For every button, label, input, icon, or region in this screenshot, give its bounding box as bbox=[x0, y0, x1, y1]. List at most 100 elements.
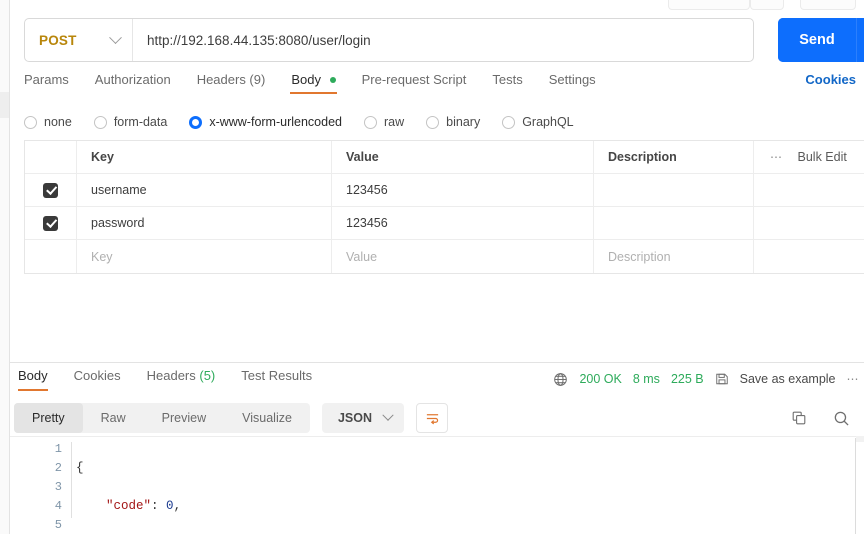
vertical-scrollbar[interactable] bbox=[855, 438, 856, 534]
radio-raw[interactable]: raw bbox=[364, 115, 404, 129]
row-description[interactable] bbox=[594, 174, 753, 206]
tab-headers[interactable]: Headers (9) bbox=[197, 72, 280, 94]
tab-params[interactable]: Params bbox=[24, 72, 83, 94]
request-url-row: POST Send bbox=[24, 18, 864, 62]
scroll-corner bbox=[856, 436, 864, 442]
word-wrap-button[interactable] bbox=[416, 403, 448, 433]
line-number: 3 bbox=[54, 480, 62, 494]
globe-icon bbox=[553, 372, 568, 387]
response-tab-test-results[interactable]: Test Results bbox=[241, 368, 312, 391]
row-value[interactable]: 123456 bbox=[332, 207, 593, 239]
radio-circle-icon bbox=[24, 115, 37, 129]
radio-circle-icon bbox=[364, 115, 377, 129]
response-tab-cookies[interactable]: Cookies bbox=[74, 368, 121, 391]
chevron-down-icon bbox=[109, 30, 122, 44]
chevron-down-icon bbox=[382, 409, 394, 421]
toolbar-ghost-button-2[interactable] bbox=[750, 0, 784, 10]
code-fold-guide bbox=[71, 442, 72, 518]
left-sidebar-rail bbox=[0, 0, 10, 534]
radio-circle-icon bbox=[502, 115, 516, 129]
row-checkbox[interactable] bbox=[43, 215, 58, 231]
body-params-table: Key Value Description ⋯ Bulk Edit userna… bbox=[24, 140, 864, 274]
placeholder-key[interactable]: Key bbox=[77, 240, 331, 273]
view-mode-raw[interactable]: Raw bbox=[83, 403, 144, 433]
response-format-dropdown[interactable]: JSON bbox=[321, 403, 404, 433]
save-as-example-button[interactable]: Save as example bbox=[740, 372, 836, 386]
radio-x-www-form-urlencoded[interactable]: x-www-form-urlencoded bbox=[189, 115, 342, 129]
json-line-1: { bbox=[76, 461, 84, 475]
line-number: 2 bbox=[54, 461, 62, 475]
body-modified-dot-icon bbox=[329, 77, 336, 83]
view-mode-segmented-control: Pretty Raw Preview Visualize bbox=[14, 403, 310, 433]
json-code[interactable]: { "code": 0, "message": "操作成功", "data": … bbox=[76, 440, 844, 534]
column-header-description: Description bbox=[608, 150, 677, 164]
response-size: 225 B bbox=[670, 372, 704, 386]
view-mode-pretty[interactable]: Pretty bbox=[14, 403, 83, 433]
http-method-dropdown[interactable]: POST bbox=[25, 19, 133, 61]
response-tab-headers[interactable]: Headers (5) bbox=[147, 368, 216, 391]
table-row[interactable]: password 123456 bbox=[25, 207, 864, 240]
postman-window: POST Send Params Authorization Headers (… bbox=[0, 0, 864, 534]
save-icon bbox=[715, 372, 729, 386]
request-url-input[interactable] bbox=[133, 19, 753, 61]
radio-circle-icon bbox=[93, 115, 107, 129]
copy-icon[interactable] bbox=[791, 410, 807, 426]
tab-body[interactable]: Body bbox=[290, 72, 349, 94]
table-header-row: Key Value Description ⋯ Bulk Edit bbox=[25, 141, 864, 174]
view-mode-visualize[interactable]: Visualize bbox=[224, 403, 310, 433]
row-key[interactable]: password bbox=[77, 207, 331, 239]
search-icon[interactable] bbox=[833, 410, 850, 427]
column-header-value: Value bbox=[346, 150, 379, 164]
table-more-options-icon[interactable]: ⋯ bbox=[770, 150, 784, 164]
send-options-dropdown[interactable] bbox=[856, 18, 864, 62]
radio-form-data[interactable]: form-data bbox=[93, 115, 167, 129]
radio-none[interactable]: none bbox=[24, 115, 72, 129]
send-button[interactable]: Send bbox=[778, 18, 856, 62]
column-header-key: Key bbox=[91, 150, 114, 164]
line-number: 4 bbox=[54, 499, 62, 513]
body-type-radio-group: none form-data x-www-form-urlencoded raw… bbox=[24, 110, 574, 134]
table-row-placeholder[interactable]: Key Value Description bbox=[25, 240, 864, 273]
headers-count: (5) bbox=[199, 368, 216, 383]
sidebar-collapse-handle[interactable] bbox=[0, 92, 9, 118]
toolbar-ghost-button-1[interactable] bbox=[668, 0, 750, 10]
json-line-2: "code": 0, bbox=[106, 499, 182, 513]
radio-graphql[interactable]: GraphQL bbox=[502, 115, 574, 129]
tab-settings[interactable]: Settings bbox=[549, 72, 610, 94]
response-time: 8 ms bbox=[632, 372, 660, 386]
request-tabs: Params Authorization Headers (9) Body Pr… bbox=[24, 72, 864, 98]
radio-circle-icon bbox=[426, 115, 440, 129]
placeholder-value[interactable]: Value bbox=[332, 240, 593, 273]
row-value[interactable]: 123456 bbox=[332, 174, 593, 206]
response-tabs: Body Cookies Headers (5) Test Results bbox=[18, 368, 338, 396]
response-body-viewer[interactable]: 1 2 3 4 5 { "code": 0, "message": "操作成功"… bbox=[10, 436, 864, 534]
toolbar-ghost-button-3[interactable] bbox=[800, 0, 856, 10]
tab-authorization[interactable]: Authorization bbox=[95, 72, 185, 94]
view-mode-preview[interactable]: Preview bbox=[144, 403, 224, 433]
tab-tests[interactable]: Tests bbox=[492, 72, 536, 94]
response-more-options-icon[interactable]: ⋯ bbox=[847, 372, 861, 386]
viewer-top-border bbox=[10, 436, 864, 437]
placeholder-description[interactable]: Description bbox=[594, 240, 753, 273]
pane-divider[interactable] bbox=[10, 362, 864, 363]
row-checkbox[interactable] bbox=[43, 182, 58, 198]
line-number: 1 bbox=[54, 442, 62, 456]
send-group: Send bbox=[778, 18, 864, 62]
bulk-edit-button[interactable]: Bulk Edit bbox=[798, 150, 847, 164]
table-row[interactable]: username 123456 bbox=[25, 174, 864, 207]
status-code: 200 OK bbox=[579, 372, 622, 386]
line-number-gutter: 1 2 3 4 5 bbox=[10, 440, 62, 534]
response-status-bar: 200 OK 8 ms 225 B Save as example ⋯ bbox=[553, 368, 860, 390]
line-number: 5 bbox=[54, 518, 62, 532]
table-tools: ⋯ Bulk Edit bbox=[754, 141, 864, 173]
cookies-link[interactable]: Cookies bbox=[805, 72, 856, 87]
top-toolbar-cutoff bbox=[0, 0, 864, 10]
row-key[interactable]: username bbox=[77, 174, 331, 206]
response-actions bbox=[791, 410, 860, 427]
radio-binary[interactable]: binary bbox=[426, 115, 480, 129]
tab-pre-request-script[interactable]: Pre-request Script bbox=[362, 72, 481, 94]
response-tab-body[interactable]: Body bbox=[18, 368, 48, 391]
response-view-toolbar: Pretty Raw Preview Visualize JSON bbox=[14, 402, 860, 434]
row-description[interactable] bbox=[594, 207, 753, 239]
http-method-label: POST bbox=[39, 32, 77, 48]
